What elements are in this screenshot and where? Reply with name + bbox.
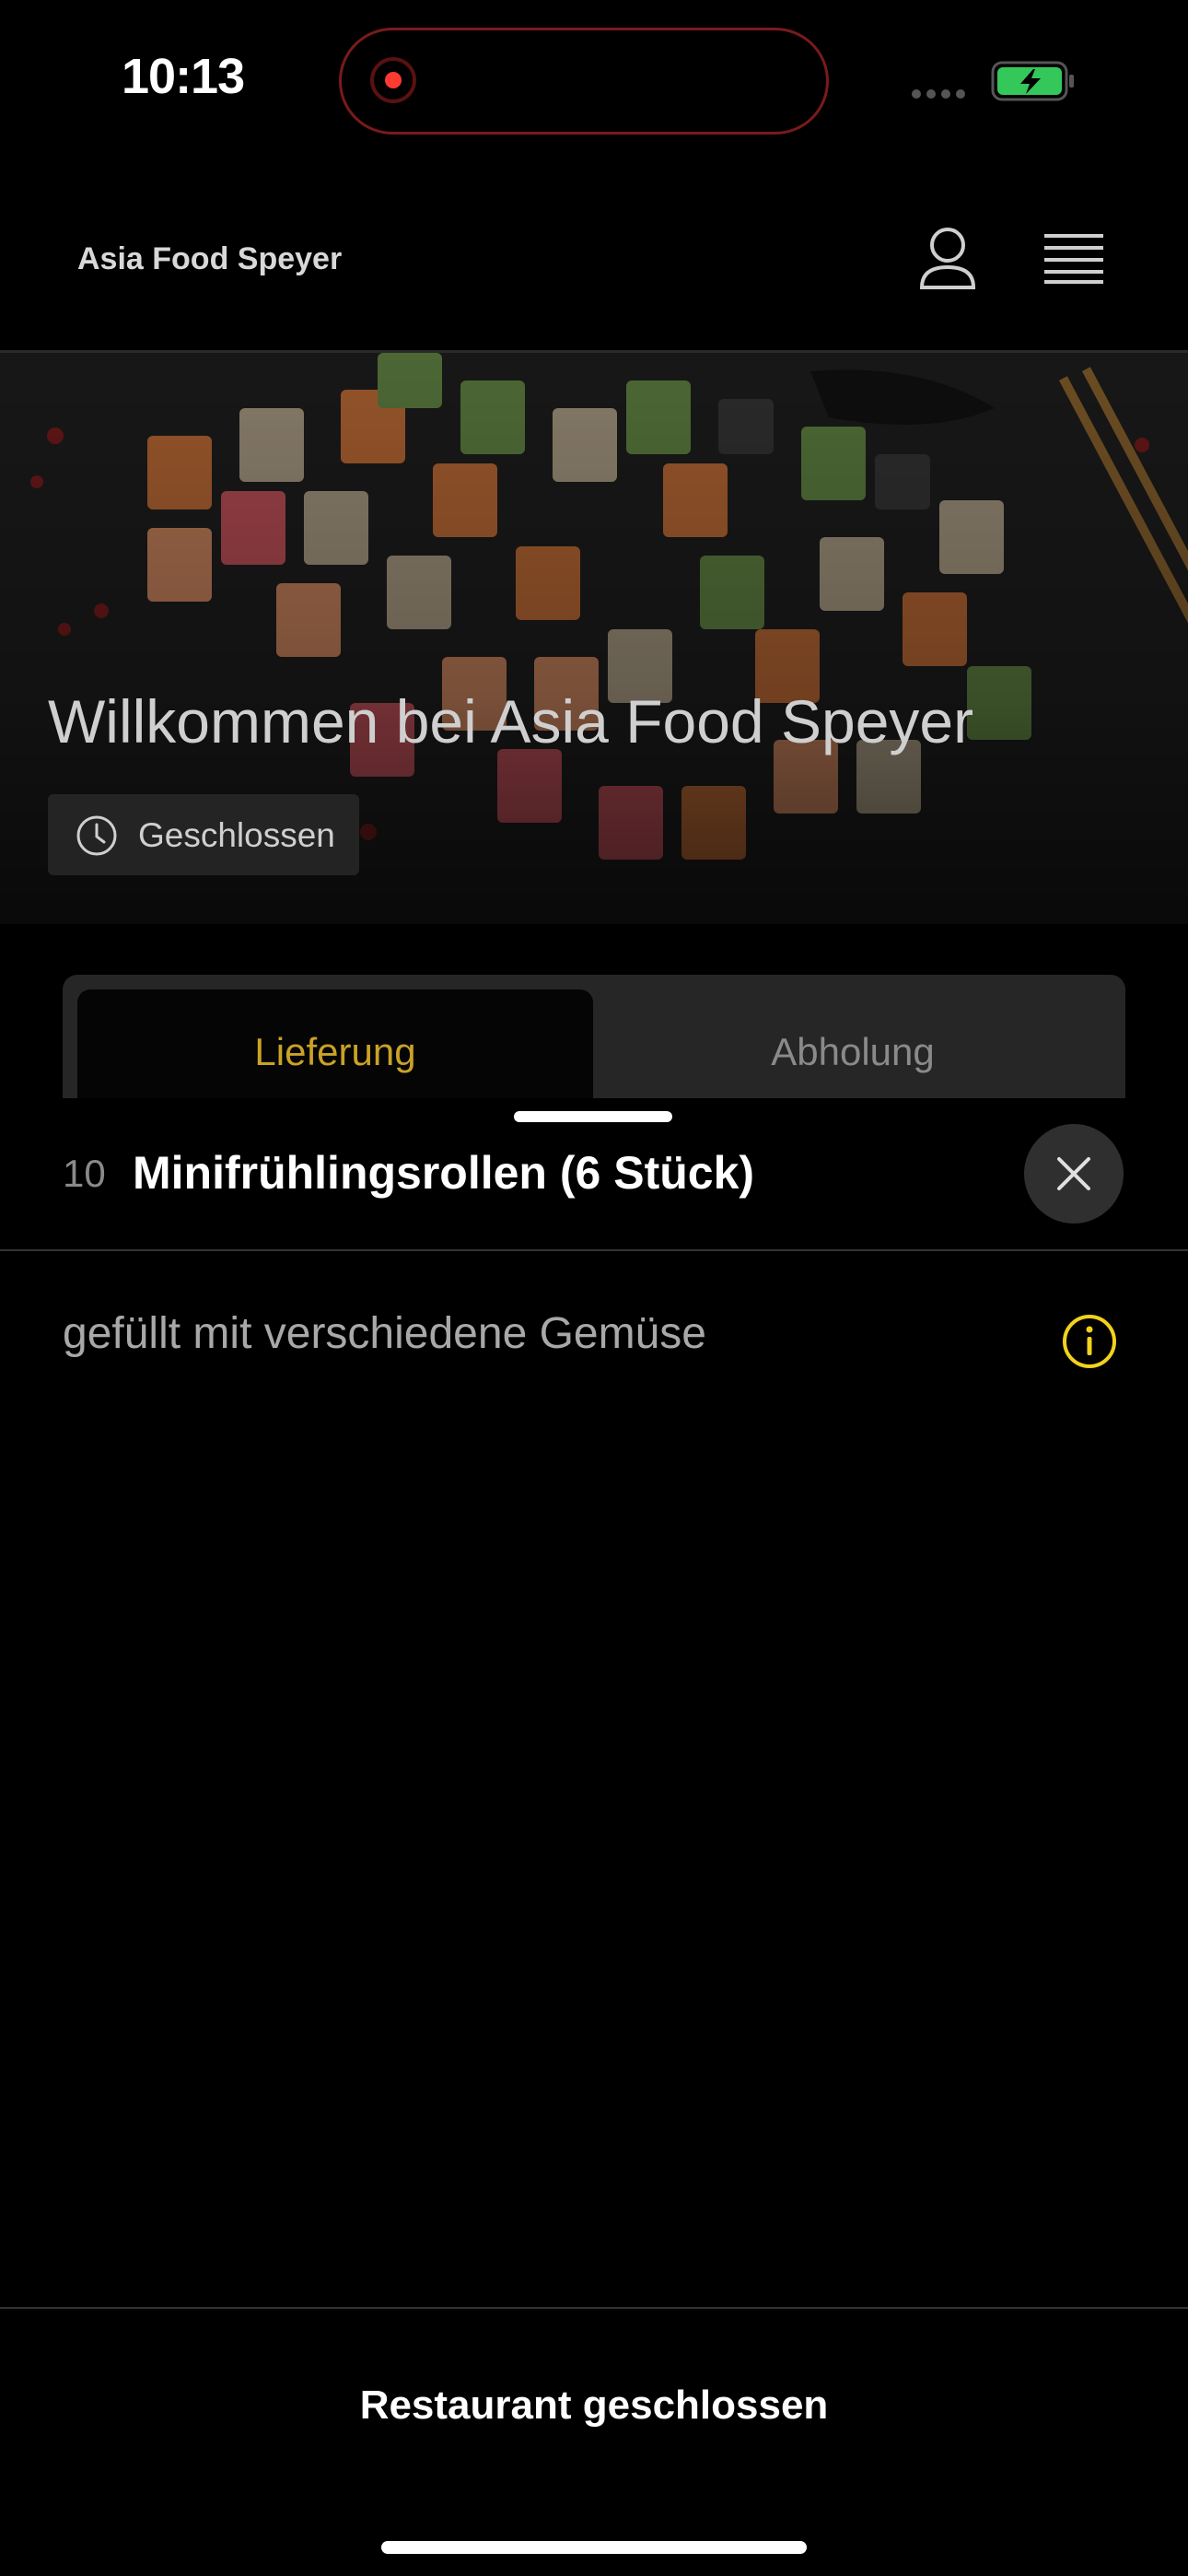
close-icon [1057, 1157, 1090, 1190]
status-time: 10:13 [122, 49, 245, 104]
home-indicator[interactable] [381, 2541, 807, 2554]
clock-icon [76, 815, 117, 856]
item-divider [0, 1249, 1188, 1251]
user-icon[interactable] [917, 225, 978, 291]
tab-abholung[interactable]: Abholung [593, 1030, 1112, 1074]
item-name: Minifrühlingsrollen (6 Stück) [133, 1147, 755, 1199]
battery-charging-icon [991, 61, 1074, 101]
cellular-signal-icon [912, 87, 971, 99]
app-title[interactable]: Asia Food Speyer [77, 241, 342, 277]
tab-lieferung-label[interactable]: Lieferung [77, 1030, 593, 1074]
recording-indicator-icon [370, 57, 416, 103]
footer-divider [0, 2307, 1188, 2309]
item-number: 10 [63, 1152, 106, 1195]
hero-title: Willkommen bei Asia Food Speyer [48, 687, 974, 755]
info-icon[interactable] [1061, 1313, 1118, 1370]
hamburger-menu-icon[interactable] [1044, 232, 1103, 284]
opening-status-label: Geschlossen [138, 816, 335, 854]
close-button[interactable] [1024, 1124, 1124, 1224]
sheet-grabber[interactable] [514, 1111, 672, 1122]
restaurant-closed-label: Restaurant geschlossen [359, 2383, 829, 2428]
item-description: gefüllt mit verschiedene Gemüse [63, 1309, 706, 1358]
